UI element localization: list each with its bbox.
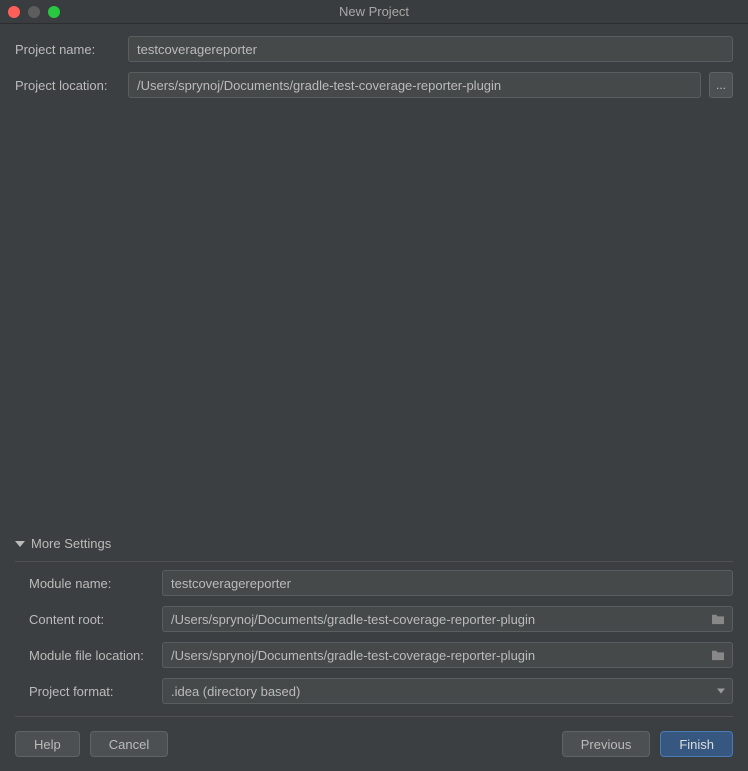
button-bar: Help Cancel Previous Finish <box>15 716 733 771</box>
folder-icon[interactable] <box>711 613 725 625</box>
module-name-input[interactable] <box>162 570 733 596</box>
project-location-input[interactable] <box>128 72 701 98</box>
chevron-down-icon <box>717 689 725 694</box>
expand-triangle-icon <box>15 541 25 547</box>
project-location-row: Project location: ... <box>15 72 733 98</box>
project-format-value: .idea (directory based) <box>171 684 300 699</box>
help-button[interactable]: Help <box>15 731 80 757</box>
cancel-button[interactable]: Cancel <box>90 731 168 757</box>
dialog-content: Project name: Project location: ... More… <box>0 24 748 771</box>
button-spacer <box>178 731 552 757</box>
previous-button[interactable]: Previous <box>562 731 651 757</box>
module-name-label: Module name: <box>29 576 154 591</box>
content-root-row: Content root: <box>29 606 733 632</box>
project-format-row: Project format: .idea (directory based) <box>29 678 733 704</box>
window-controls <box>8 6 60 18</box>
project-format-label: Project format: <box>29 684 154 699</box>
content-root-input[interactable] <box>162 606 733 632</box>
project-location-label: Project location: <box>15 78 120 93</box>
more-settings-toggle[interactable]: More Settings <box>15 532 733 562</box>
maximize-window-icon[interactable] <box>48 6 60 18</box>
content-root-label: Content root: <box>29 612 154 627</box>
module-name-row: Module name: <box>29 570 733 596</box>
titlebar: New Project <box>0 0 748 24</box>
project-location-browse-button[interactable]: ... <box>709 72 733 98</box>
project-name-label: Project name: <box>15 42 120 57</box>
module-file-location-input[interactable] <box>162 642 733 668</box>
finish-button[interactable]: Finish <box>660 731 733 757</box>
main-fields: Project name: Project location: ... <box>15 36 733 98</box>
close-window-icon[interactable] <box>8 6 20 18</box>
module-file-location-label: Module file location: <box>29 648 154 663</box>
more-settings-section: Module name: Content root: Module file l… <box>15 570 733 704</box>
spacer <box>15 98 733 532</box>
folder-icon[interactable] <box>711 649 725 661</box>
window-title: New Project <box>339 4 409 19</box>
more-settings-label: More Settings <box>31 536 111 551</box>
project-name-row: Project name: <box>15 36 733 62</box>
project-format-select[interactable]: .idea (directory based) <box>162 678 733 704</box>
module-file-location-row: Module file location: <box>29 642 733 668</box>
project-name-input[interactable] <box>128 36 733 62</box>
minimize-window-icon[interactable] <box>28 6 40 18</box>
